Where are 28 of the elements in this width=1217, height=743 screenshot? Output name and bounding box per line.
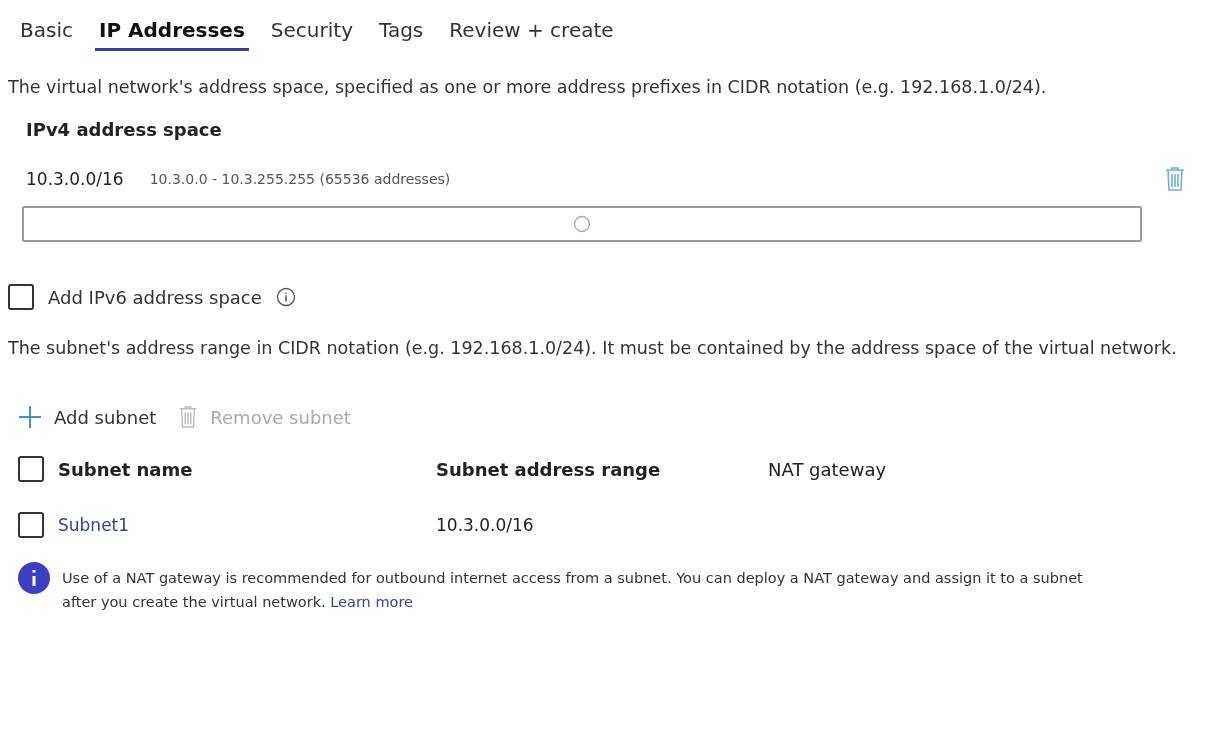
table-cell-text: 10.3.0.0/16 xyxy=(436,515,535,535)
column-header: Subnet name xyxy=(58,458,194,480)
plus-icon xyxy=(18,405,42,429)
row-checkbox[interactable] xyxy=(18,512,44,538)
subnet-name-link[interactable]: Subnet1 xyxy=(58,515,426,535)
add-subnet-button[interactable]: Add subnet xyxy=(18,404,157,430)
info-icon xyxy=(18,562,50,594)
column-header: NAT gateway xyxy=(768,458,888,480)
learn-more-link[interactable]: Learn more xyxy=(330,594,413,610)
tab[interactable]: Security xyxy=(266,14,357,51)
address-input-field[interactable] xyxy=(22,206,1142,242)
trash-icon xyxy=(178,404,199,430)
address-range: 10.3.0.0 - 10.3.255.255 (65536 addresses) xyxy=(149,171,451,187)
info-icon[interactable] xyxy=(275,287,296,307)
tab[interactable]: Review + create xyxy=(445,14,618,51)
section-heading: IPv4 address space xyxy=(26,119,223,140)
loading-icon xyxy=(573,215,591,233)
checkbox[interactable] xyxy=(8,284,34,310)
info-message: Use of a NAT gateway is recommended for outbound internet access from a subnet. You can deploy a NAT gateway and assign it to a subnet after you create the virtual network. Learn more xyxy=(62,569,1084,612)
address-prefix: 10.3.0.0/16 xyxy=(26,169,124,189)
tab[interactable]: Basic xyxy=(16,14,77,51)
address-space-description: The virtual network's address space, specified as one or more address prefixes in CIDR notation (e.g. 192.168.1.0/24). xyxy=(8,76,1048,99)
subnet-description: The subnet's address range in CIDR notation (e.g. 192.168.1.0/24). It must be contained by the address space of the virtual network. xyxy=(8,337,1178,360)
column-header: Subnet address range xyxy=(436,458,662,480)
checkbox-label: Add IPv6 address space xyxy=(48,286,262,308)
tab[interactable]: Tags xyxy=(375,14,428,51)
select-all-checkbox[interactable] xyxy=(18,456,44,482)
tab[interactable]: IP Addresses xyxy=(94,14,249,51)
